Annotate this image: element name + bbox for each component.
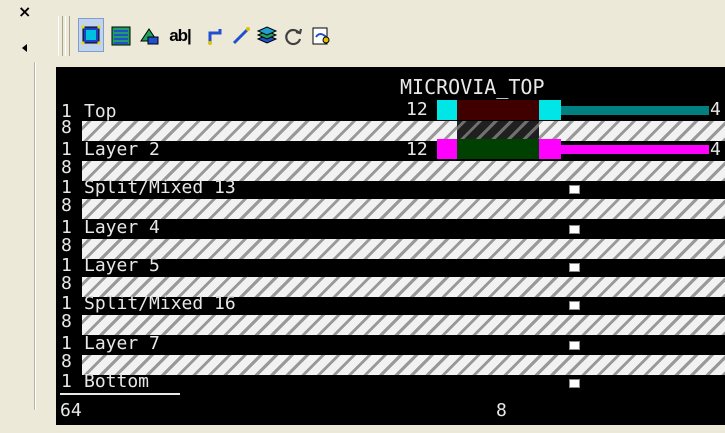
diagonal-route-icon bbox=[232, 27, 250, 45]
layer-name-layer-5[interactable]: Layer 5 bbox=[84, 257, 160, 275]
dielectric-number: 8 bbox=[61, 195, 72, 216]
via-marker[interactable] bbox=[569, 301, 580, 310]
toolbar: ab| bbox=[56, 10, 706, 62]
layer-component-button[interactable] bbox=[136, 22, 162, 50]
via-marker[interactable] bbox=[569, 341, 580, 350]
via-span-layer-2[interactable] bbox=[457, 139, 539, 159]
dielectric-hatch bbox=[82, 121, 725, 141]
collapse-arrow-icon[interactable] bbox=[22, 44, 27, 52]
layer-number: 1 bbox=[61, 371, 72, 392]
via-pad-right[interactable] bbox=[539, 139, 561, 159]
dielectric-number: 8 bbox=[61, 157, 72, 178]
dielectric-hatch bbox=[82, 239, 725, 259]
via-value-left: 12 bbox=[406, 139, 428, 160]
via-pad-left[interactable] bbox=[437, 100, 457, 120]
layers-stack-icon bbox=[111, 26, 131, 46]
refresh-button[interactable] bbox=[280, 22, 306, 50]
copy-dialog-icon bbox=[312, 27, 330, 45]
via-value-left: 12 bbox=[406, 99, 428, 120]
stack-layers-icon bbox=[256, 26, 278, 44]
dielectric-number: 8 bbox=[61, 311, 72, 332]
trace-top[interactable] bbox=[561, 106, 709, 115]
layer-stack-view[interactable]: MICROVIA_TOP 1 Top 12 4 8 1 Layer 2 12 4… bbox=[56, 67, 725, 425]
layer-component-icon bbox=[140, 28, 159, 45]
dielectric-number: 8 bbox=[61, 235, 72, 256]
toolbar-grip-secondary[interactable] bbox=[65, 16, 70, 56]
layer-name-bottom[interactable]: Bottom bbox=[84, 373, 149, 391]
close-icon[interactable]: × bbox=[18, 2, 31, 21]
toolbar-grip[interactable] bbox=[58, 16, 63, 56]
divider bbox=[34, 62, 36, 410]
via-pad-left[interactable] bbox=[437, 139, 457, 159]
bottom-underline bbox=[60, 393, 180, 395]
dielectric-hatch bbox=[82, 315, 725, 335]
refresh-icon bbox=[285, 28, 303, 46]
view-title: MICROVIA_TOP bbox=[400, 75, 545, 99]
copy-dialog-button[interactable] bbox=[308, 22, 334, 50]
trace-layer-2[interactable] bbox=[561, 145, 709, 154]
layer-name-top[interactable]: Top bbox=[84, 103, 117, 121]
panel-side-strip: × bbox=[0, 0, 44, 433]
layer-name-split-mixed-13[interactable]: Split/Mixed 13 bbox=[84, 179, 236, 197]
diagonal-route-button[interactable] bbox=[228, 22, 254, 50]
board-outline-icon bbox=[81, 25, 101, 45]
layer-name-split-mixed-16[interactable]: Split/Mixed 16 bbox=[84, 295, 236, 313]
via-marker[interactable] bbox=[569, 263, 580, 272]
dielectric-hatch bbox=[82, 199, 725, 219]
via-value-right: 4 bbox=[710, 99, 721, 120]
route-trace-icon bbox=[208, 29, 222, 45]
via-pad-right[interactable] bbox=[539, 100, 561, 120]
via-value-right: 4 bbox=[710, 139, 721, 160]
dielectric-number: 8 bbox=[61, 351, 72, 372]
dielectric-number: 8 bbox=[61, 117, 72, 138]
via-dielectric-span bbox=[457, 121, 539, 141]
via-count-value: 8 bbox=[496, 400, 507, 421]
via-marker[interactable] bbox=[569, 225, 580, 234]
via-marker[interactable] bbox=[569, 185, 580, 194]
dielectric-hatch bbox=[82, 355, 725, 375]
layers-stack-button[interactable] bbox=[108, 22, 134, 50]
via-marker[interactable] bbox=[569, 379, 580, 388]
board-outline-button[interactable] bbox=[78, 18, 104, 52]
layer-name-layer-4[interactable]: Layer 4 bbox=[84, 219, 160, 237]
via-span-top[interactable] bbox=[457, 100, 539, 120]
dielectric-number: 8 bbox=[61, 273, 72, 294]
route-trace-button[interactable] bbox=[202, 22, 228, 50]
text-label-icon: ab| bbox=[169, 26, 192, 45]
text-label-button[interactable]: ab| bbox=[164, 22, 196, 50]
total-layers-value: 64 bbox=[60, 400, 82, 421]
layer-name-layer-7[interactable]: Layer 7 bbox=[84, 335, 160, 353]
layer-name-layer-2[interactable]: Layer 2 bbox=[84, 141, 160, 159]
stack-layers-button[interactable] bbox=[254, 22, 280, 50]
